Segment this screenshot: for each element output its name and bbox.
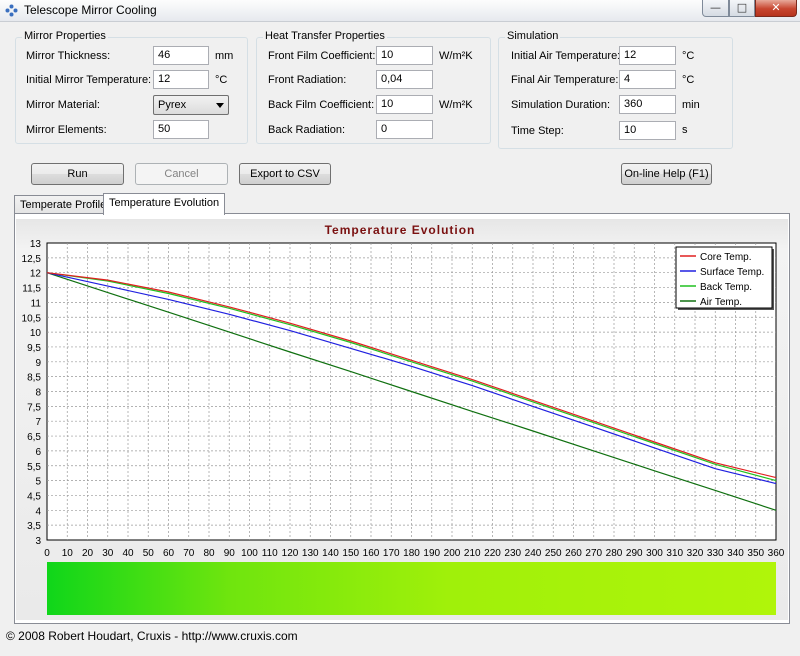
minimize-icon: — [710,1,721,14]
initial-air-temp-label: Initial Air Temperature: [511,50,621,62]
status-bar-text: © 2008 Robert Houdart, Cruxis - http://w… [6,629,298,643]
minimize-button[interactable]: — [702,0,729,17]
front-film-unit: W/m²K [439,50,473,62]
front-radiation-input[interactable]: 0,04 [376,70,433,89]
temperature-gradient-bar [47,562,776,615]
online-help-button[interactable]: On-line Help (F1) [621,163,712,185]
mirror-material-select[interactable]: Pyrex [153,95,229,115]
title-bar: Telescope Mirror Cooling — □ ✕ [0,0,800,22]
mirror-material-value: Pyrex [158,99,187,111]
cancel-button[interactable]: Cancel [135,163,228,185]
initial-mirror-temp-label: Initial Mirror Temperature: [26,74,152,86]
tab-temperature-evolution[interactable]: Temperature Evolution [103,193,226,215]
initial-air-temp-unit: °C [682,50,695,62]
app-icon [5,4,18,17]
simulation-duration-unit: min [682,99,700,111]
back-film-unit: W/m²K [439,99,473,111]
mirror-thickness-unit: mm [215,50,234,62]
export-csv-button[interactable]: Export to CSV [239,163,331,185]
final-air-temp-input[interactable]: 4 [619,70,676,89]
close-icon: ✕ [771,1,781,14]
chevron-down-icon [216,103,224,108]
group-title: Mirror Properties [22,30,108,42]
mirror-material-label: Mirror Material: [26,99,100,111]
time-step-input[interactable]: 10 [619,121,676,140]
final-air-temp-label: Final Air Temperature: [511,74,619,86]
front-radiation-label: Front Radiation: [268,74,347,86]
maximize-button[interactable]: □ [729,0,755,17]
chart-area [16,219,788,620]
front-film-label: Front Film Coefficient: [268,50,376,62]
group-title: Heat Transfer Properties [263,30,387,42]
simulation-duration-label: Simulation Duration: [511,99,611,111]
group-title: Simulation [505,30,561,42]
window-title: Telescope Mirror Cooling [24,3,157,17]
mirror-elements-label: Mirror Elements: [26,124,107,136]
mirror-thickness-label: Mirror Thickness: [26,50,111,62]
maximize-icon: □ [736,1,748,14]
back-film-label: Back Film Coefficient: [268,99,375,111]
back-film-input[interactable]: 10 [376,95,433,114]
final-air-temp-unit: °C [682,74,695,86]
time-step-label: Time Step: [511,125,564,137]
tab-temperate-profile[interactable]: Temperate Profile [14,195,113,215]
simulation-duration-input[interactable]: 360 [619,95,676,114]
time-step-unit: s [682,124,688,136]
back-radiation-label: Back Radiation: [268,124,346,136]
mirror-thickness-input[interactable]: 46 [153,46,209,65]
initial-air-temp-input[interactable]: 12 [619,46,676,65]
mirror-elements-input[interactable]: 50 [153,120,209,139]
initial-mirror-temp-input[interactable]: 12 [153,70,209,89]
close-button[interactable]: ✕ [755,0,797,17]
back-radiation-input[interactable]: 0 [376,120,433,139]
front-film-input[interactable]: 10 [376,46,433,65]
initial-mirror-temp-unit: °C [215,74,228,86]
run-button[interactable]: Run [31,163,124,185]
